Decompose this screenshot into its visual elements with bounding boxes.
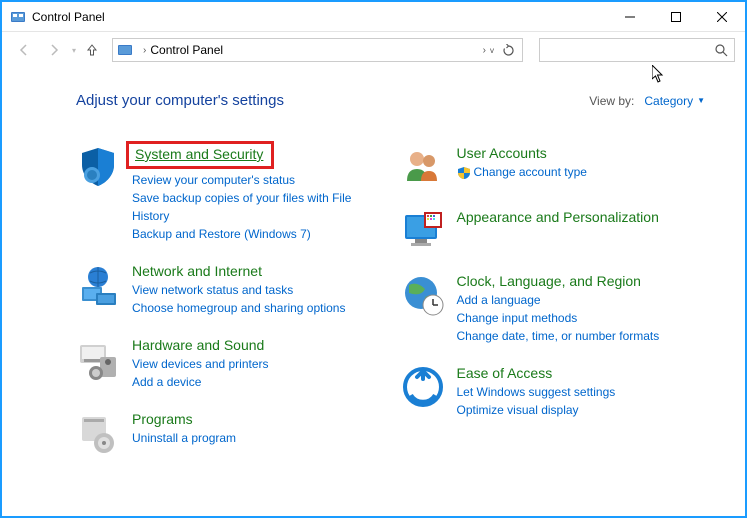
category-link[interactable]: Optimize visual display — [457, 401, 706, 419]
category-link[interactable]: Change date, time, or number formats — [457, 327, 706, 345]
hardware-icon — [76, 337, 120, 381]
category-title[interactable]: Hardware and Sound — [132, 337, 264, 353]
view-by: View by: Category ▼ — [589, 94, 705, 108]
category-link[interactable]: Uninstall a program — [132, 429, 381, 447]
search-icon[interactable] — [715, 44, 728, 57]
ease-of-access-icon — [401, 365, 445, 409]
appearance-icon — [401, 209, 445, 253]
refresh-button[interactable] — [498, 40, 518, 60]
category-link[interactable]: Review your computer's status — [132, 171, 381, 189]
page-title: Adjust your computer's settings — [76, 92, 284, 109]
category-link[interactable]: Choose homegroup and sharing options — [132, 299, 381, 317]
uac-shield-icon — [457, 166, 471, 180]
address-location: Control Panel — [150, 43, 478, 57]
left-column: System and Security Review your computer… — [76, 145, 381, 475]
search-input[interactable] — [546, 43, 715, 57]
category-hardware: Hardware and Sound View devices and prin… — [76, 337, 381, 391]
category-user-accounts: User Accounts Change account type — [401, 145, 706, 189]
category-title[interactable]: Clock, Language, and Region — [457, 273, 641, 289]
category-title[interactable]: System and Security — [126, 141, 274, 169]
category-link[interactable]: Add a device — [132, 373, 381, 391]
category-ease-access: Ease of Access Let Windows suggest setti… — [401, 365, 706, 419]
network-icon — [76, 263, 120, 307]
categories: System and Security Review your computer… — [76, 145, 705, 475]
maximize-button[interactable] — [653, 2, 699, 31]
category-title[interactable]: Programs — [132, 411, 193, 427]
category-title[interactable]: Network and Internet — [132, 263, 262, 279]
chevron-down-icon: ▼ — [697, 96, 705, 105]
category-title[interactable]: User Accounts — [457, 145, 547, 161]
window-title: Control Panel — [32, 10, 607, 24]
category-system-security: System and Security Review your computer… — [76, 145, 381, 243]
viewby-dropdown[interactable]: Category ▼ — [644, 94, 705, 108]
category-network: Network and Internet View network status… — [76, 263, 381, 317]
category-programs: Programs Uninstall a program — [76, 411, 381, 455]
viewby-label: View by: — [589, 94, 634, 108]
category-link[interactable]: Backup and Restore (Windows 7) — [132, 225, 381, 243]
category-clock: Clock, Language, and Region Add a langua… — [401, 273, 706, 345]
content-area: Adjust your computer's settings View by:… — [2, 68, 745, 475]
close-button[interactable] — [699, 2, 745, 31]
window-titlebar: Control Panel — [2, 2, 745, 32]
control-panel-icon — [117, 42, 133, 58]
address-dropdown-icon[interactable]: v — [490, 46, 494, 55]
search-box[interactable] — [539, 38, 735, 62]
category-link[interactable]: Change account type — [457, 163, 706, 181]
category-link[interactable]: View network status and tasks — [132, 281, 381, 299]
chevron-right-icon[interactable]: › — [483, 45, 486, 56]
up-button[interactable] — [82, 40, 102, 60]
category-appearance: Appearance and Personalization — [401, 209, 706, 253]
clock-globe-icon — [401, 273, 445, 317]
control-panel-icon — [10, 9, 26, 25]
right-column: User Accounts Change account type — [401, 145, 706, 475]
navigation-bar: ▾ › Control Panel › v — [2, 32, 745, 68]
category-link[interactable]: Change input methods — [457, 309, 706, 327]
category-link[interactable]: Save backup copies of your files with Fi… — [132, 189, 381, 225]
back-button[interactable] — [12, 38, 36, 62]
address-bar[interactable]: › Control Panel › v — [112, 38, 523, 62]
chevron-right-icon[interactable]: › — [143, 45, 146, 56]
forward-button[interactable] — [42, 38, 66, 62]
users-icon — [401, 145, 445, 189]
minimize-button[interactable] — [607, 2, 653, 31]
category-link[interactable]: Let Windows suggest settings — [457, 383, 706, 401]
shield-icon — [76, 145, 120, 189]
category-title[interactable]: Ease of Access — [457, 365, 553, 381]
category-link[interactable]: Add a language — [457, 291, 706, 309]
window-controls — [607, 2, 745, 31]
category-title[interactable]: Appearance and Personalization — [457, 209, 659, 225]
content-header: Adjust your computer's settings View by:… — [76, 92, 705, 109]
recent-dropdown-icon[interactable]: ▾ — [72, 46, 76, 55]
category-link[interactable]: View devices and printers — [132, 355, 381, 373]
programs-icon — [76, 411, 120, 455]
